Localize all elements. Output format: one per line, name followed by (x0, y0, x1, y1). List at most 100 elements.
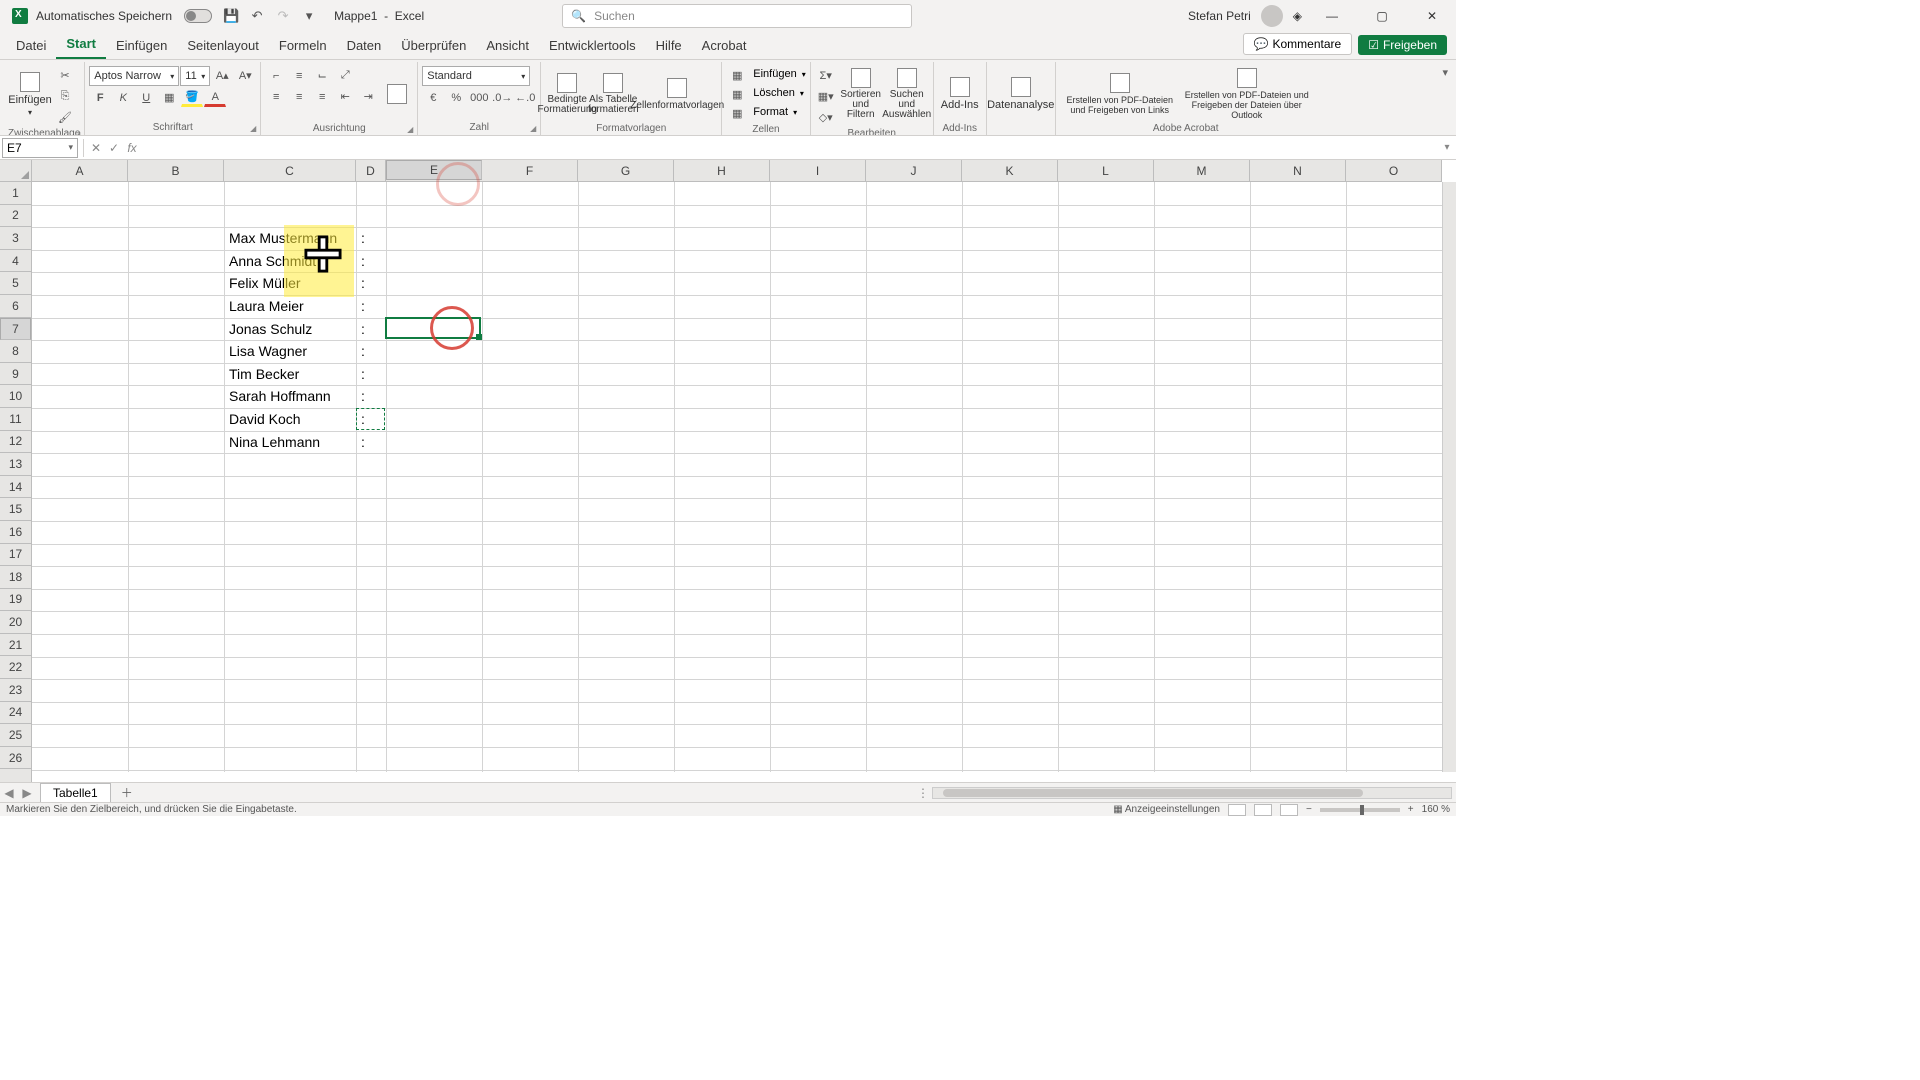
row-header-9[interactable]: 9 (0, 363, 31, 386)
page-layout-view-icon[interactable] (1254, 804, 1272, 816)
cell-C10[interactable]: Sarah Hoffmann (226, 386, 334, 406)
cell-D4[interactable]: : (358, 251, 368, 271)
row-header-4[interactable]: 4 (0, 250, 31, 273)
tab-formeln[interactable]: Formeln (269, 34, 337, 59)
cell-C4[interactable]: Anna Schmidt (226, 251, 319, 271)
underline-button[interactable]: U (135, 88, 157, 107)
align-right-icon[interactable]: ≡ (311, 87, 333, 106)
addins-button[interactable]: Add-Ins (938, 66, 982, 122)
acrobat-link-button[interactable]: Erstellen von PDF-Dateien und Freigeben … (1060, 66, 1180, 122)
increase-decimal-icon[interactable]: .0→ (491, 88, 513, 107)
col-header-C[interactable]: C (224, 160, 356, 181)
collapse-ribbon-icon[interactable]: ▾ (1438, 62, 1452, 135)
cell-D6[interactable]: : (358, 296, 368, 316)
sheet-nav-prev[interactable]: ◀ (0, 786, 18, 800)
col-header-N[interactable]: N (1250, 160, 1346, 181)
row-header-5[interactable]: 5 (0, 272, 31, 295)
col-header-E[interactable]: E (386, 160, 482, 180)
save-icon[interactable]: 💾 (220, 5, 242, 27)
data-analysis-button[interactable]: Datenanalyse (991, 66, 1051, 122)
share-button[interactable]: ☑ Freigeben (1358, 35, 1447, 55)
col-header-K[interactable]: K (962, 160, 1058, 181)
avatar[interactable] (1261, 5, 1283, 27)
comments-button[interactable]: 💬 Kommentare (1243, 33, 1353, 55)
column-headers[interactable]: ABCDEFGHIJKLMNO (32, 160, 1442, 182)
format-painter-icon[interactable]: 🖌 (54, 108, 76, 127)
tab-überprüfen[interactable]: Überprüfen (391, 34, 476, 59)
cell-D10[interactable]: : (358, 386, 368, 406)
align-middle-icon[interactable]: ≡ (288, 66, 310, 85)
col-header-J[interactable]: J (866, 160, 962, 181)
sort-filter-button[interactable]: Sortieren und Filtern (839, 66, 883, 122)
fill-color-icon[interactable]: 🪣 (181, 88, 203, 107)
cell-D7[interactable]: : (358, 319, 368, 339)
cell-D12[interactable]: : (358, 432, 368, 452)
increase-indent-icon[interactable]: ⇥ (357, 87, 379, 106)
row-header-11[interactable]: 11 (0, 408, 31, 431)
clear-icon[interactable]: ◇▾ (815, 108, 837, 127)
cell-D5[interactable]: : (358, 273, 368, 293)
align-bottom-icon[interactable]: ⌙ (311, 66, 333, 85)
autosum-icon[interactable]: Σ▾ (815, 66, 837, 85)
tab-start[interactable]: Start (56, 32, 106, 59)
row-header-15[interactable]: 15 (0, 498, 31, 521)
sheet-tab[interactable]: Tabelle1 (40, 783, 111, 802)
row-header-21[interactable]: 21 (0, 634, 31, 657)
italic-button[interactable]: K (112, 88, 134, 107)
formula-input[interactable] (141, 138, 1438, 158)
row-header-3[interactable]: 3 (0, 227, 31, 250)
fill-icon[interactable]: ▦▾ (815, 87, 837, 106)
col-header-F[interactable]: F (482, 160, 578, 181)
display-settings-button[interactable]: ▦ Anzeigeeinstellungen (1113, 804, 1220, 815)
select-all-corner[interactable] (0, 160, 32, 182)
undo-icon[interactable]: ↶ (246, 5, 268, 27)
zoom-slider[interactable] (1320, 808, 1400, 812)
enter-formula-icon[interactable]: ✓ (105, 139, 123, 157)
col-header-L[interactable]: L (1058, 160, 1154, 181)
find-select-button[interactable]: Suchen und Auswählen (885, 66, 929, 122)
minimize-button[interactable]: — (1312, 0, 1352, 32)
row-header-17[interactable]: 17 (0, 544, 31, 567)
orientation-icon[interactable]: ⤢ (334, 66, 356, 85)
row-header-25[interactable]: 25 (0, 724, 31, 747)
row-header-22[interactable]: 22 (0, 656, 31, 679)
user-name[interactable]: Stefan Petri (1188, 9, 1251, 23)
cell-C12[interactable]: Nina Lehmann (226, 432, 323, 452)
cell-D3[interactable]: : (358, 228, 368, 248)
zoom-in-button[interactable]: + (1408, 804, 1414, 815)
format-cells-button[interactable]: ▦Format▾ (726, 104, 805, 123)
tab-acrobat[interactable]: Acrobat (692, 34, 757, 59)
cut-icon[interactable]: ✂ (54, 66, 76, 85)
number-format-select[interactable]: Standard▾ (422, 66, 530, 86)
tab-hilfe[interactable]: Hilfe (646, 34, 692, 59)
align-left-icon[interactable]: ≡ (265, 87, 287, 106)
row-header-20[interactable]: 20 (0, 611, 31, 634)
maximize-button[interactable]: ▢ (1362, 0, 1402, 32)
zoom-level[interactable]: 160 % (1422, 804, 1450, 815)
col-header-O[interactable]: O (1346, 160, 1442, 181)
row-header-23[interactable]: 23 (0, 679, 31, 702)
zoom-out-button[interactable]: − (1306, 804, 1312, 815)
row-header-14[interactable]: 14 (0, 476, 31, 499)
tab-datei[interactable]: Datei (6, 34, 56, 59)
row-header-26[interactable]: 26 (0, 747, 31, 770)
row-header-16[interactable]: 16 (0, 521, 31, 544)
row-header-12[interactable]: 12 (0, 431, 31, 454)
decrease-font-icon[interactable]: A▾ (234, 66, 256, 85)
row-header-13[interactable]: 13 (0, 453, 31, 476)
copy-icon[interactable]: ⎘ (54, 87, 76, 106)
vertical-scrollbar[interactable] (1442, 182, 1456, 772)
conditional-formatting-button[interactable]: Bedingte Formatierung (545, 66, 589, 122)
decrease-indent-icon[interactable]: ⇤ (334, 87, 356, 106)
tab-ansicht[interactable]: Ansicht (476, 34, 539, 59)
row-header-7[interactable]: 7 (0, 318, 31, 341)
paste-button[interactable]: Einfügen▾ (8, 66, 52, 122)
add-sheet-button[interactable]: ＋ (117, 784, 137, 801)
qat-dropdown-icon[interactable]: ▾ (298, 5, 320, 27)
col-header-H[interactable]: H (674, 160, 770, 181)
cancel-formula-icon[interactable]: ✕ (87, 139, 105, 157)
font-color-icon[interactable]: A (204, 88, 226, 107)
cells-area[interactable]: Max MustermannAnna SchmidtFelix MüllerLa… (32, 182, 1442, 772)
tab-einfügen[interactable]: Einfügen (106, 34, 177, 59)
cell-styles-button[interactable]: Zellenformatvorlagen (637, 66, 717, 122)
